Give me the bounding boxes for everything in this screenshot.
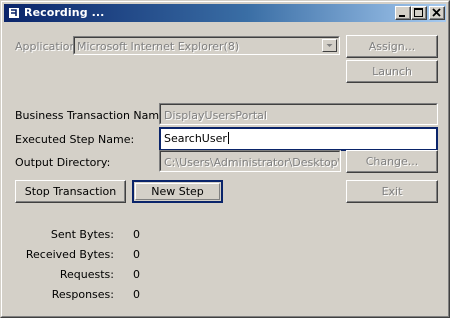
exit-button[interactable]: Exit bbox=[346, 180, 438, 203]
output-directory-value: C:\Users\Administrator\Desktop\EEM bbox=[164, 156, 339, 169]
output-directory-label: Output Directory: bbox=[15, 156, 111, 169]
application-label: Application: bbox=[15, 40, 81, 53]
business-transaction-label: Business Transaction Name: bbox=[15, 109, 170, 122]
assign-button[interactable]: Assign... bbox=[346, 35, 438, 58]
minimize-icon bbox=[399, 15, 405, 17]
requests-value: 0 bbox=[133, 268, 140, 281]
new-step-button[interactable]: New Step bbox=[132, 180, 223, 203]
maximize-icon bbox=[414, 8, 423, 17]
sent-bytes-value: 0 bbox=[133, 228, 140, 241]
close-button[interactable] bbox=[429, 6, 445, 20]
executed-step-value: SearchUser bbox=[164, 132, 229, 145]
received-bytes-value: 0 bbox=[133, 248, 140, 261]
change-directory-button[interactable]: Change... bbox=[346, 150, 438, 173]
application-select[interactable]: Microsoft Internet Explorer(8) bbox=[73, 36, 340, 55]
dropdown-button[interactable] bbox=[322, 39, 337, 52]
app-icon bbox=[9, 8, 19, 18]
chevron-down-icon bbox=[326, 44, 333, 47]
sent-bytes-label: Sent Bytes: bbox=[50, 228, 114, 241]
executed-step-field[interactable]: SearchUser bbox=[159, 127, 438, 151]
responses-value: 0 bbox=[133, 288, 140, 301]
title-bar[interactable]: Recording ... bbox=[4, 4, 446, 22]
stop-transaction-button[interactable]: Stop Transaction bbox=[15, 180, 126, 203]
close-icon bbox=[432, 8, 441, 17]
minimize-button[interactable] bbox=[395, 6, 411, 20]
maximize-button[interactable] bbox=[411, 6, 427, 20]
business-transaction-value: DisplayUsersPortal bbox=[164, 109, 267, 122]
business-transaction-field[interactable]: DisplayUsersPortal bbox=[159, 103, 438, 125]
launch-button[interactable]: Launch bbox=[346, 60, 438, 83]
executed-step-label: Executed Step Name: bbox=[15, 133, 135, 146]
application-select-value: Microsoft Internet Explorer(8) bbox=[77, 40, 240, 53]
recording-window: Recording ... Application: Microsoft Int… bbox=[0, 0, 450, 318]
responses-label: Responses: bbox=[51, 288, 114, 301]
window-title: Recording ... bbox=[24, 6, 105, 19]
requests-label: Requests: bbox=[59, 268, 114, 281]
output-directory-field[interactable]: C:\Users\Administrator\Desktop\EEM bbox=[159, 150, 341, 172]
text-caret bbox=[227, 132, 229, 144]
received-bytes-label: Received Bytes: bbox=[25, 248, 114, 261]
